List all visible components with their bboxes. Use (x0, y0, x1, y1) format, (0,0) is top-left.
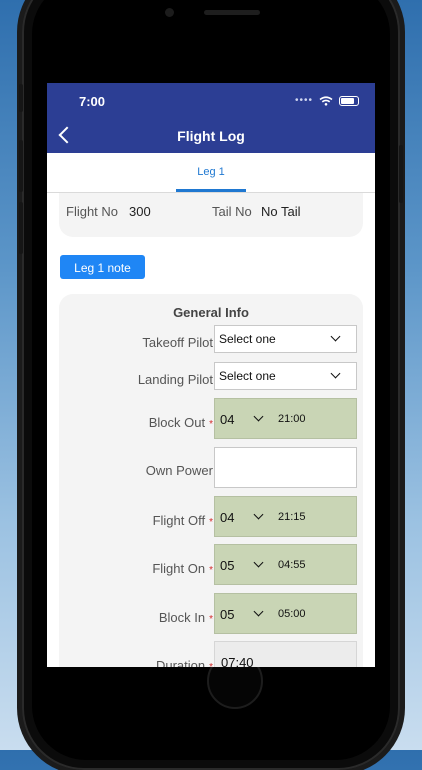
duration-value: 07:40 (221, 655, 254, 667)
flight-off-label: Flight Off * (153, 513, 213, 528)
battery-icon (339, 95, 359, 106)
required-mark: * (209, 662, 213, 667)
chevron-down-icon (253, 411, 264, 422)
leg-note-button[interactable]: Leg 1 note (60, 255, 145, 279)
navigation-bar: 7:00 •••• Flight Log (47, 83, 375, 153)
required-mark: * (209, 614, 213, 625)
general-info-card: General Info Takeoff Pilot Select one La… (59, 294, 363, 667)
takeoff-pilot-value: Select one (219, 332, 276, 346)
chevron-down-icon (253, 606, 264, 617)
block-out-label-text: Block Out (148, 415, 206, 430)
active-tab-indicator (176, 189, 246, 192)
takeoff-pilot-select[interactable]: Select one (214, 325, 357, 353)
landing-pilot-label: Landing Pilot (137, 372, 213, 387)
flight-on-label: Flight On * (152, 561, 213, 576)
volume-down-button (19, 202, 23, 254)
flight-on-time-field[interactable]: 05 04:55 (214, 544, 357, 585)
block-in-time-field[interactable]: 05 05:00 (214, 593, 357, 634)
flight-summary-row: Flight No 300 Tail No No Tail (59, 193, 363, 237)
flight-off-hour[interactable]: 04 (220, 510, 234, 525)
block-in-time[interactable]: 05:00 (278, 608, 306, 620)
earpiece-speaker (204, 10, 260, 15)
front-camera (165, 8, 174, 17)
status-time: 7:00 (79, 94, 106, 109)
flight-off-time[interactable]: 21:15 (278, 511, 306, 523)
own-power-label: Own Power (145, 463, 213, 478)
block-out-label: Block Out * (149, 415, 213, 430)
chevron-down-icon (330, 368, 341, 379)
own-power-input[interactable] (214, 447, 357, 488)
block-out-time[interactable]: 21:00 (278, 413, 306, 425)
volume-up-button (19, 140, 23, 192)
signal-icon: •••• (294, 95, 313, 106)
leg-tabs: Leg 1 (47, 153, 375, 193)
flight-off-label-text: Flight Off (152, 513, 206, 528)
power-button (399, 145, 403, 203)
flight-no-label: Flight No (66, 204, 119, 219)
tab-leg-1[interactable]: Leg 1 (176, 153, 246, 192)
general-info-title: General Info (173, 305, 249, 320)
wifi-icon (319, 95, 333, 106)
block-in-hour[interactable]: 05 (220, 607, 234, 622)
required-mark: * (209, 419, 213, 430)
flight-on-hour[interactable]: 05 (220, 558, 234, 573)
duration-field: 07:40 (214, 641, 357, 667)
required-mark: * (209, 565, 213, 576)
chevron-down-icon (253, 557, 264, 568)
flight-no-value: 300 (129, 204, 151, 219)
status-icons: •••• (295, 95, 359, 106)
chevron-down-icon (253, 509, 264, 520)
chevron-down-icon (330, 331, 341, 342)
page-title: Flight Log (177, 128, 245, 144)
app-screen: 7:00 •••• Flight Log Leg 1 Flight No 300… (47, 83, 375, 667)
flight-on-time[interactable]: 04:55 (278, 559, 306, 571)
required-mark: * (209, 517, 213, 528)
silent-switch (19, 84, 23, 112)
tail-no-value: No Tail (261, 204, 301, 219)
duration-label: Duration* (156, 658, 213, 667)
takeoff-pilot-label: Takeoff Pilot (142, 335, 213, 350)
landing-pilot-value: Select one (219, 369, 276, 383)
landing-pilot-select[interactable]: Select one (214, 362, 357, 390)
tail-no-label: Tail No (212, 204, 252, 219)
block-out-time-field[interactable]: 04 21:00 (214, 398, 357, 439)
block-in-label: Block In * (159, 610, 213, 625)
duration-label-text: Duration (155, 658, 206, 667)
block-in-label-text: Block In (158, 610, 206, 625)
block-out-hour[interactable]: 04 (220, 412, 234, 427)
flight-off-time-field[interactable]: 04 21:15 (214, 496, 357, 537)
flight-on-label-text: Flight On (152, 561, 206, 576)
